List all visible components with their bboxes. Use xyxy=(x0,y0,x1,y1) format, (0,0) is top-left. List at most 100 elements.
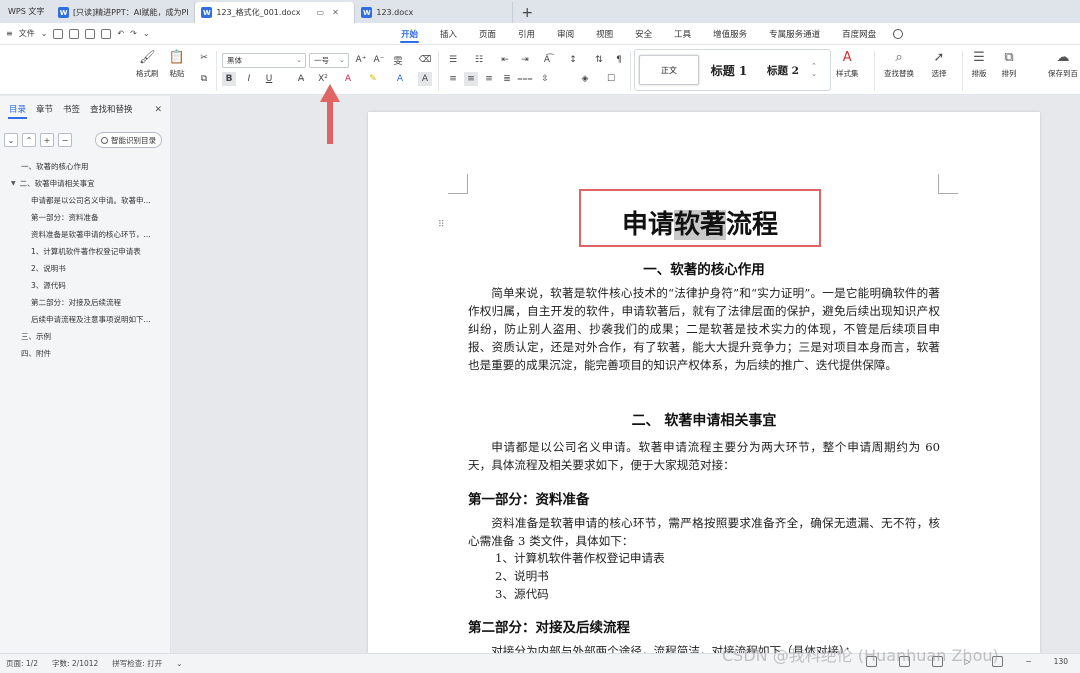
heading-application-matters[interactable]: 二、 软著申请相关事宜 xyxy=(468,410,940,430)
style-heading-2[interactable]: 标题 2 xyxy=(759,55,807,85)
document-canvas[interactable]: ⠿ 申请软著流程 一、软著的核心作用 简单来说，软著是软件核心技术的“法律护身符… xyxy=(172,96,1080,653)
show-marks-icon[interactable]: ¶ xyxy=(612,53,626,67)
toc-item[interactable]: 三、示例 xyxy=(0,328,171,345)
tab-baidu-netdisk[interactable]: 百度网盘 xyxy=(831,23,887,45)
undo-icon[interactable]: ↶ xyxy=(117,29,124,38)
font-size-select[interactable]: 一号 ⌄ xyxy=(309,53,349,68)
indent-icon[interactable]: ⇥ xyxy=(518,53,532,67)
italic-icon[interactable]: I xyxy=(242,72,256,86)
save-to-cloud-button[interactable]: ☁ 保存到百 xyxy=(1048,49,1078,79)
tab-bookmarks[interactable]: 书签 xyxy=(58,103,85,119)
tab-chapters[interactable]: 章节 xyxy=(31,103,58,119)
minus-icon[interactable]: − xyxy=(58,133,72,147)
style-normal[interactable]: 正文 xyxy=(639,55,699,85)
copy-icon[interactable]: ⧉ xyxy=(197,72,211,86)
tab-insert[interactable]: 插入 xyxy=(429,23,468,45)
style-gallery-scroll[interactable]: ⌃ ⌄ xyxy=(807,62,821,78)
tab-review[interactable]: 审阅 xyxy=(546,23,585,45)
char-shading-icon[interactable]: A xyxy=(418,72,432,86)
cut-icon[interactable]: ✂ xyxy=(197,51,211,65)
style-set-button[interactable]: A 样式集 xyxy=(836,49,859,79)
toc-item[interactable]: 资料准备是软著申请的核心环节，... xyxy=(0,226,171,243)
word-count[interactable]: 字数: 2/1012 xyxy=(52,658,98,669)
align-center-icon[interactable]: ≡ xyxy=(464,72,478,86)
sort-icon[interactable]: ⇅ xyxy=(592,53,606,67)
find-replace-button[interactable]: ⌕ 查找替换 xyxy=(884,49,914,79)
format-painter-button[interactable]: 🖌 格式刷 xyxy=(136,49,159,79)
tab-value-added[interactable]: 增值服务 xyxy=(702,23,758,45)
save-icon[interactable] xyxy=(53,28,64,39)
tab-view[interactable]: 视图 xyxy=(585,23,624,45)
shading-icon[interactable]: ◈ xyxy=(578,72,592,86)
bold-icon[interactable]: B xyxy=(222,72,236,86)
chevron-up-icon[interactable]: ⌃ xyxy=(811,62,817,70)
close-icon[interactable]: ✕ xyxy=(332,8,339,17)
toc-item[interactable]: 后续申请流程及注意事项说明如下... xyxy=(0,311,171,328)
tab-page[interactable]: 页面 xyxy=(468,23,507,45)
file-menu[interactable]: 文件 xyxy=(19,28,35,39)
font-name-select[interactable]: 黑体 ⌄ xyxy=(222,53,306,68)
list-item[interactable]: 3、源代码 xyxy=(495,586,549,602)
align-left-icon[interactable]: ≡ xyxy=(446,72,460,86)
chevron-up-icon[interactable]: ⌃ xyxy=(22,133,36,147)
window-icon[interactable]: ▭ xyxy=(317,8,325,17)
spell-check-status[interactable]: 拼写检查: 打开 xyxy=(112,658,162,669)
paragraph[interactable]: 资料准备是软著申请的核心环节，需严格按照要求准备齐全，确保无遗漏、无不符，核心需… xyxy=(468,514,940,550)
toc-item[interactable]: 四、附件 xyxy=(0,345,171,362)
print-preview-icon[interactable] xyxy=(101,28,112,39)
paste-button[interactable]: 📋 粘贴 xyxy=(168,49,186,79)
phonetic-icon[interactable]: 雯 xyxy=(391,53,405,67)
toc-item[interactable]: 一、软著的核心作用 xyxy=(0,158,171,175)
close-icon[interactable]: ✕ xyxy=(154,105,162,115)
toc-item[interactable]: 2、说明书 xyxy=(0,260,171,277)
chevron-down-icon[interactable]: ⌄ xyxy=(176,659,182,668)
distribute-icon[interactable]: ⩶ xyxy=(517,72,532,86)
paragraph[interactable]: 简单来说，软著是软件核心技术的“法律护身符”和“实力证明”。一是它能明确软件的著… xyxy=(468,284,940,374)
toc-item[interactable]: 第一部分：资料准备 xyxy=(0,209,171,226)
line-spacing-icon[interactable]: ↕ xyxy=(566,53,580,67)
app-tab[interactable]: WPS 文字 xyxy=(0,0,52,23)
drag-handle-icon[interactable]: ⠿ xyxy=(438,220,445,230)
export-pdf-icon[interactable] xyxy=(69,28,80,39)
strikethrough-icon[interactable]: A̶ xyxy=(294,72,308,86)
tab-toc[interactable]: 目录 xyxy=(4,103,31,119)
highlight-icon[interactable]: ✎ xyxy=(366,72,380,86)
tab-references[interactable]: 引用 xyxy=(507,23,546,45)
outdent-icon[interactable]: ⇤ xyxy=(498,53,512,67)
document-title[interactable]: 申请软著流程 xyxy=(579,204,821,241)
toc-item[interactable]: 1、计算机软件著作权登记申请表 xyxy=(0,243,171,260)
toc-item[interactable]: 申请都是以公司名义申请。软著申... xyxy=(0,192,171,209)
print-icon[interactable] xyxy=(85,28,96,39)
list-item[interactable]: 2、说明书 xyxy=(495,568,549,584)
page-indicator[interactable]: 页面: 1/2 xyxy=(6,658,38,669)
hamburger-icon[interactable]: ≡ xyxy=(6,29,13,38)
tab-find-replace[interactable]: 查找和替换 xyxy=(85,103,138,119)
layout-button[interactable]: ☰ 排版 xyxy=(970,49,988,79)
toc-item[interactable]: 3、源代码 xyxy=(0,277,171,294)
chevron-down-icon[interactable]: ⌄ xyxy=(143,29,150,38)
border-icon[interactable]: ☐ xyxy=(604,72,618,86)
doc-tab-123[interactable]: W 123.docx xyxy=(355,2,514,23)
redo-icon[interactable]: ↷ xyxy=(130,29,137,38)
new-tab-button[interactable]: + xyxy=(513,2,541,23)
paragraph[interactable]: 申请都是以公司名义申请。软著申请流程主要分为两大环节，整个申请周期约为 60 天… xyxy=(468,438,940,474)
bullet-list-icon[interactable]: ☰ xyxy=(446,53,460,67)
style-heading-1[interactable]: 标题 1 xyxy=(699,55,759,85)
chinese-layout-icon[interactable]: A͡ xyxy=(540,53,554,67)
zoom-level[interactable]: 130 xyxy=(1054,657,1068,666)
number-list-icon[interactable]: ☷ xyxy=(472,53,486,67)
section-heading[interactable]: 第一部分：资料准备 xyxy=(468,488,590,508)
justify-icon[interactable]: ≣ xyxy=(500,72,514,86)
tab-home[interactable]: 开始 xyxy=(390,23,429,45)
text-effect-icon[interactable]: A xyxy=(341,72,355,86)
tab-security[interactable]: 安全 xyxy=(624,23,663,45)
zoom-out-icon[interactable]: − xyxy=(1025,657,1031,666)
increase-font-icon[interactable]: A⁺ xyxy=(354,53,368,67)
chevron-down-icon[interactable]: ⌄ xyxy=(4,133,18,147)
select-button[interactable]: ➚ 选择 xyxy=(930,49,948,79)
underline-icon[interactable]: U xyxy=(262,72,276,86)
font-color-icon[interactable]: A xyxy=(393,72,407,86)
list-item[interactable]: 1、计算机软件著作权登记申请表 xyxy=(495,550,665,566)
align-right-icon[interactable]: ≡ xyxy=(482,72,496,86)
doc-tab-ppt[interactable]: W [只读]精进PPT：AI赋能，成为PPT高手 xyxy=(52,2,196,23)
